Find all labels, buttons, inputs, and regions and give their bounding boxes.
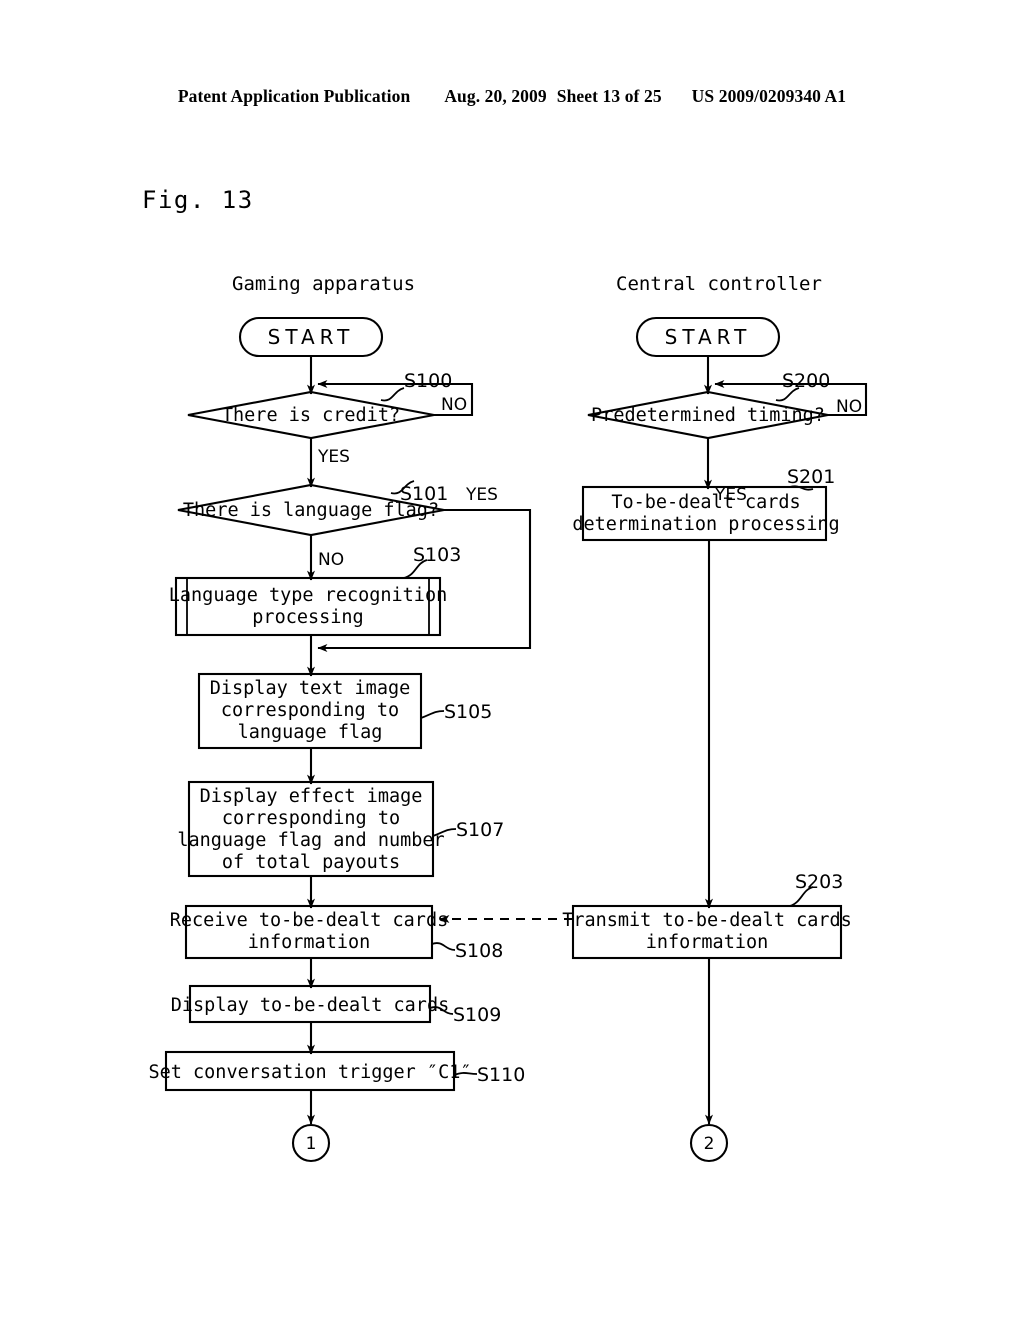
process-s203-line1: Transmit to-be-dealt cards bbox=[562, 910, 852, 931]
column-title-gaming-apparatus: Gaming apparatus bbox=[232, 273, 415, 295]
process-s103-line1: Language type recognition bbox=[169, 585, 447, 606]
step-id-s201: S201 bbox=[787, 466, 835, 488]
process-s105-line1: Display text image bbox=[210, 678, 410, 699]
process-s201-line2: determination processing bbox=[572, 514, 839, 535]
process-s203-line2: information bbox=[646, 932, 769, 953]
step-id-s105: S105 bbox=[444, 701, 492, 723]
step-id-s110: S110 bbox=[477, 1064, 525, 1086]
right-start-label: START bbox=[665, 325, 752, 349]
step-id-s108: S108 bbox=[455, 940, 503, 962]
leader-s100 bbox=[380, 387, 405, 402]
process-s107-line1: Display effect image bbox=[200, 786, 423, 807]
process-s108-line1: Receive to-be-dealt cards bbox=[170, 910, 448, 931]
process-s109-line1: Display to-be-dealt cards bbox=[171, 995, 449, 1016]
step-id-s107: S107 bbox=[456, 819, 504, 841]
process-s110-line1: Set conversation trigger ″C1″ bbox=[148, 1062, 471, 1083]
process-s105-line3: language flag bbox=[238, 722, 383, 743]
step-id-s103: S103 bbox=[413, 544, 461, 566]
leader-s105 bbox=[420, 710, 445, 719]
connector-label-2: 2 bbox=[704, 1134, 715, 1154]
branch-label-s101-no: NO bbox=[318, 550, 344, 570]
connector-label-1: 1 bbox=[306, 1134, 317, 1154]
column-title-central-controller: Central controller bbox=[616, 273, 822, 295]
process-s108-line2: information bbox=[248, 932, 371, 953]
decision-s100-label: There is credit? bbox=[222, 405, 400, 426]
branch-label-s100-no: NO bbox=[441, 395, 467, 415]
leader-s108 bbox=[431, 942, 456, 951]
step-id-s101: S101 bbox=[400, 483, 448, 505]
branch-label-s101-yes: YES bbox=[465, 485, 498, 505]
process-s201-line1: To-be-dealt cards bbox=[611, 492, 800, 513]
left-start-label: START bbox=[268, 325, 355, 349]
step-id-s109: S109 bbox=[453, 1004, 501, 1026]
process-s107-line4: of total payouts bbox=[222, 852, 400, 873]
step-id-s200: S200 bbox=[782, 370, 830, 392]
decision-s200-label: Predetermined timing? bbox=[591, 405, 825, 426]
process-s103-line2: processing bbox=[252, 607, 363, 628]
process-s107-line3: language flag and number bbox=[177, 830, 444, 851]
process-s107-line2: corresponding to bbox=[222, 808, 400, 829]
flowchart: Gaming apparatus Central controller STAR… bbox=[0, 0, 1024, 1320]
branch-label-s100-yes: YES bbox=[317, 447, 350, 467]
step-id-s100: S100 bbox=[404, 370, 452, 392]
step-id-s203: S203 bbox=[795, 871, 843, 893]
process-s105-line2: corresponding to bbox=[221, 700, 399, 721]
